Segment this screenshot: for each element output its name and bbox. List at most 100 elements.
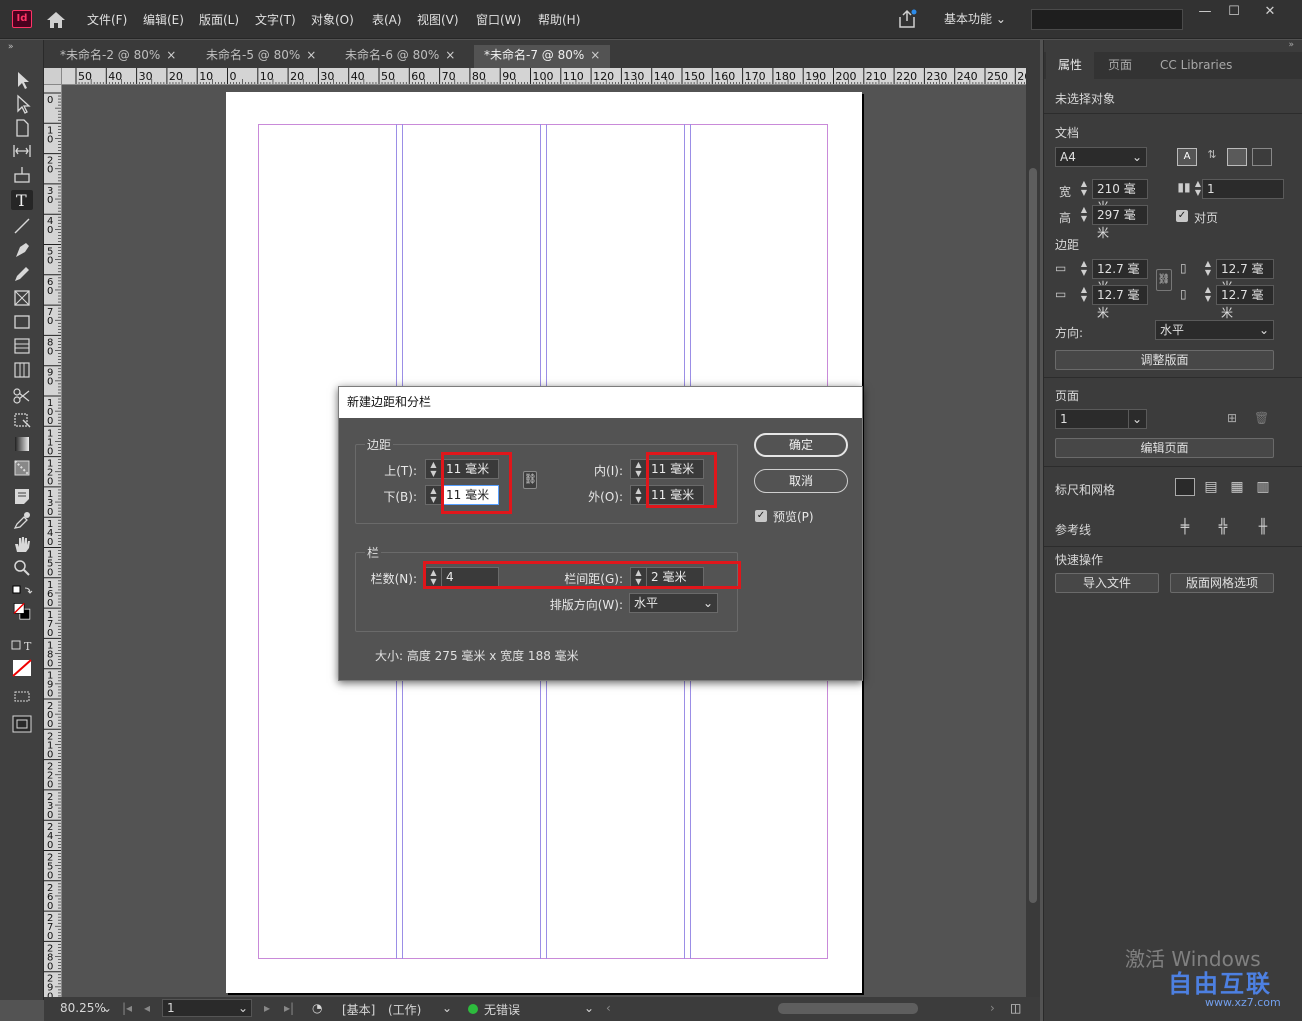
top-margin-stepper[interactable]: ▲ ▼: [1078, 259, 1090, 279]
menu-window[interactable]: 窗口(W): [476, 11, 521, 28]
type-tool-icon[interactable]: T: [11, 190, 33, 210]
menu-table[interactable]: 表(A): [372, 11, 402, 28]
panel-outside-margin-field[interactable]: 12.7 毫米: [1216, 285, 1274, 320]
close-icon[interactable]: ✕: [1255, 4, 1285, 20]
tab-properties[interactable]: 属性: [1046, 52, 1095, 79]
apply-none-icon[interactable]: [11, 658, 33, 678]
pen-tool-icon[interactable]: [11, 240, 33, 260]
vertical-ruler[interactable]: 0102030405060708090100110120130140150160…: [44, 85, 62, 1000]
horizontal-grid-tool-icon[interactable]: [11, 336, 33, 356]
menu-file[interactable]: 文件(F): [87, 11, 127, 28]
scroll-left-icon[interactable]: ‹: [606, 1001, 611, 1015]
first-page-icon[interactable]: |◂: [122, 1001, 132, 1015]
smart-guides-icon[interactable]: ╫: [1253, 518, 1273, 536]
format-container-icon[interactable]: T: [11, 636, 33, 656]
page-tool-icon[interactable]: [11, 118, 33, 138]
width-stepper[interactable]: ▲ ▼: [1078, 179, 1090, 199]
gap-tool-icon[interactable]: [11, 141, 33, 161]
preflight-status[interactable]: 无错误: [484, 1001, 520, 1018]
menu-view[interactable]: 视图(V): [417, 11, 459, 28]
facing-pages-checkbox[interactable]: ✓: [1176, 210, 1188, 222]
width-field[interactable]: 210 毫米: [1092, 179, 1148, 214]
selection-tool-icon[interactable]: [11, 70, 33, 90]
close-tab-icon[interactable]: ×: [590, 48, 600, 62]
menu-help[interactable]: 帮助(H): [538, 11, 580, 28]
ruler-icon[interactable]: [1175, 478, 1195, 496]
lock-guides-icon[interactable]: ╬: [1213, 518, 1233, 536]
show-guides-icon[interactable]: ╪: [1175, 518, 1195, 536]
height-stepper[interactable]: ▲ ▼: [1078, 205, 1090, 225]
rectangle-frame-tool-icon[interactable]: [11, 288, 33, 308]
top-margin-stepper[interactable]: ▲ ▼: [425, 459, 441, 479]
zoom-level[interactable]: 80.25%: [60, 1001, 106, 1015]
share-icon[interactable]: [896, 8, 918, 30]
preview-mode-icon[interactable]: [11, 714, 33, 734]
layout-grid-icon[interactable]: ▥: [1253, 478, 1273, 496]
close-tab-icon[interactable]: ×: [166, 48, 176, 62]
split-view-icon[interactable]: ◫: [1010, 1001, 1021, 1015]
bottom-margin-stepper[interactable]: ▲ ▼: [425, 485, 441, 505]
orientation-select[interactable]: 水平 ⌄: [1155, 320, 1274, 340]
line-tool-icon[interactable]: [11, 216, 33, 236]
layout-grid-options-button[interactable]: 版面网格选项: [1170, 573, 1274, 593]
preview-checkbox[interactable]: ✓: [755, 510, 767, 522]
tab-cc-libraries[interactable]: CC Libraries: [1148, 52, 1244, 79]
chevron-down-icon[interactable]: ⌄: [238, 1001, 248, 1015]
zoom-tool-icon[interactable]: [11, 558, 33, 578]
screen-mode-icon[interactable]: [11, 686, 33, 706]
pages-count-field[interactable]: 1: [1202, 179, 1284, 199]
edit-page-button[interactable]: 编辑页面: [1055, 438, 1274, 458]
bottom-margin-stepper[interactable]: ▲ ▼: [1078, 285, 1090, 305]
horizontal-ruler[interactable]: 50 40 30 20 10 0 10 20 30 40 50 60 70 80 90 100 110 120 13…: [62, 68, 1026, 85]
outside-margin-stepper[interactable]: ▲ ▼: [1202, 285, 1214, 305]
hand-tool-icon[interactable]: [11, 534, 33, 554]
rectangle-tool-icon[interactable]: [11, 312, 33, 332]
menu-type[interactable]: 文字(T): [255, 11, 296, 28]
vertical-grid-tool-icon[interactable]: [11, 360, 33, 380]
free-transform-tool-icon[interactable]: [11, 410, 33, 430]
menu-edit[interactable]: 编辑(E): [143, 11, 184, 28]
import-file-button[interactable]: 导入文件: [1055, 573, 1159, 593]
horizontal-scroll-thumb[interactable]: [778, 1003, 918, 1014]
panel-inside-margin-field[interactable]: 12.7 毫米: [1216, 259, 1274, 294]
document-grid-icon[interactable]: ▦: [1227, 478, 1247, 496]
delete-page-icon[interactable]: 🗑: [1254, 411, 1269, 425]
scroll-right-icon[interactable]: ›: [990, 1001, 995, 1015]
last-page-icon[interactable]: ▸|: [284, 1001, 294, 1015]
menu-layout[interactable]: 版面(L): [199, 11, 239, 28]
inside-margin-stepper[interactable]: ▲ ▼: [630, 459, 646, 479]
height-field[interactable]: 297 毫米: [1092, 205, 1148, 240]
content-collector-icon[interactable]: [11, 165, 33, 185]
inside-margin-stepper[interactable]: ▲ ▼: [1202, 259, 1214, 279]
gradient-feather-tool-icon[interactable]: [11, 458, 33, 478]
panel-top-margin-field[interactable]: 12.7 毫米: [1092, 259, 1148, 294]
tab-document-2[interactable]: *未命名-2 @ 80% ×: [50, 45, 186, 68]
vertical-scrollbar[interactable]: [1026, 68, 1040, 998]
baseline-grid-icon[interactable]: ▤: [1201, 478, 1221, 496]
direct-selection-tool-icon[interactable]: [11, 94, 33, 114]
minimize-icon[interactable]: —: [1190, 4, 1220, 20]
tab-document-7[interactable]: *未命名-7 @ 80% ×: [474, 45, 611, 68]
binding-right-icon[interactable]: [1252, 148, 1272, 166]
page-size-select[interactable]: A4 ⌄: [1055, 147, 1147, 167]
open-page-icon[interactable]: ◔: [312, 1001, 322, 1015]
tab-pages[interactable]: 页面: [1096, 52, 1144, 79]
link-margins-icon[interactable]: ⛓: [1156, 269, 1172, 291]
close-tab-icon[interactable]: ×: [306, 48, 316, 62]
next-page-icon[interactable]: ▸: [264, 1001, 270, 1015]
adjust-layout-button[interactable]: 调整版面: [1055, 350, 1274, 370]
link-margins-icon[interactable]: ⛓: [523, 471, 537, 489]
portrait-orientation-icon[interactable]: A: [1177, 148, 1197, 166]
fill-stroke-swatch-icon[interactable]: [11, 602, 33, 630]
menu-object[interactable]: 对象(O): [311, 11, 354, 28]
binding-left-icon[interactable]: [1227, 148, 1247, 166]
tab-document-6[interactable]: 未命名-6 @ 80% ×: [335, 45, 465, 68]
search-input[interactable]: [1031, 9, 1183, 30]
home-icon[interactable]: [44, 9, 68, 31]
panel-bottom-margin-field[interactable]: 12.7 毫米: [1092, 285, 1148, 320]
landscape-orientation-icon[interactable]: ⇅: [1202, 148, 1222, 166]
ok-button[interactable]: 确定: [754, 433, 848, 457]
chevron-down-icon[interactable]: ⌄: [102, 1001, 112, 1015]
expand-panels-icon[interactable]: »: [8, 42, 14, 52]
workspace-switcher[interactable]: 基本功能 ⌄: [944, 10, 1006, 27]
